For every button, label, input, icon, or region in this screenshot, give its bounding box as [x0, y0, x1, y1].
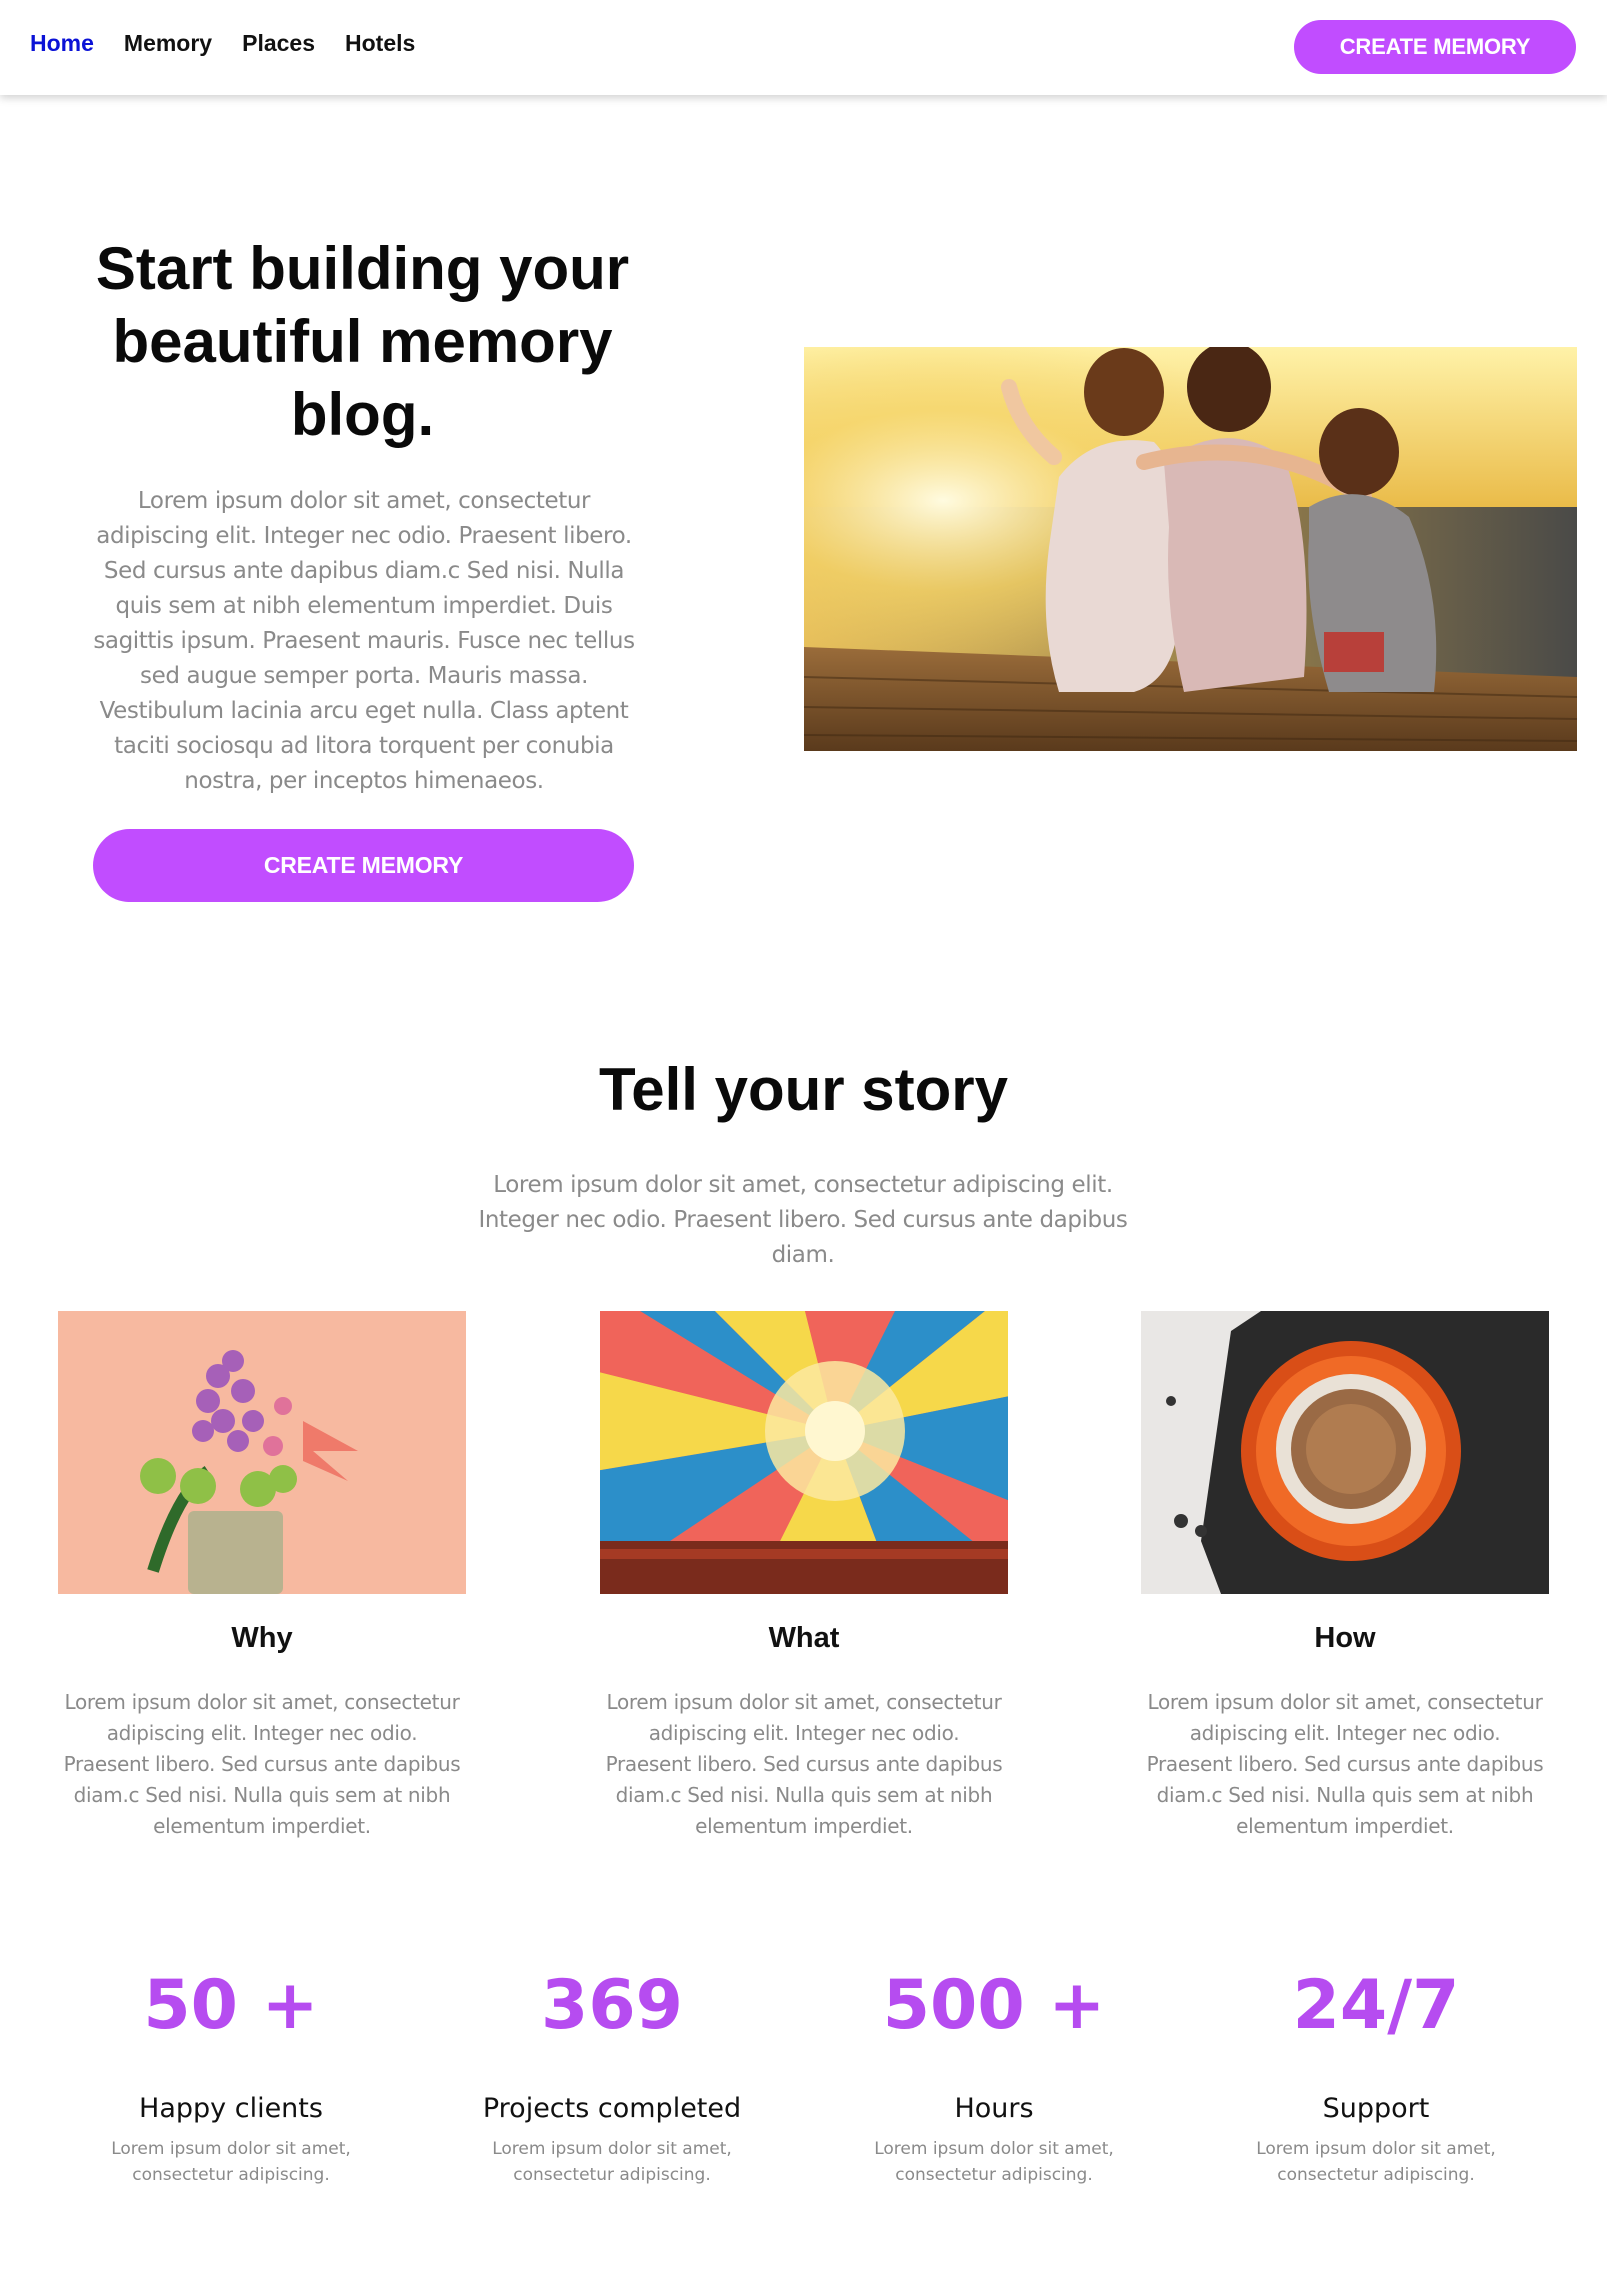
nav-link-places[interactable]: Places	[242, 30, 315, 57]
card-how: How Lorem ipsum dolor sit amet, consecte…	[1141, 1311, 1549, 1842]
nav-link-hotels[interactable]: Hotels	[345, 30, 415, 57]
story-description: Lorem ipsum dolor sit amet, consectetur …	[478, 1172, 1128, 1268]
card-image-flowers	[58, 1311, 466, 1594]
stat-label: Support	[1322, 2093, 1430, 2124]
hero-image	[804, 347, 1577, 751]
card-title-how: How	[1314, 1622, 1376, 1654]
stat-description: Lorem ipsum dolor sit amet, consectetur …	[874, 2139, 1114, 2185]
stat-value: 50 +	[143, 1966, 319, 2045]
stat-value: 369	[541, 1966, 683, 2045]
card-why: Why Lorem ipsum dolor sit amet, consecte…	[58, 1311, 466, 1842]
card-text-why: Lorem ipsum dolor sit amet, consectetur …	[63, 1690, 461, 1838]
stat-description: Lorem ipsum dolor sit amet, consectetur …	[111, 2139, 351, 2185]
card-image-balloon	[600, 1311, 1008, 1594]
stat-value: 24/7	[1292, 1966, 1460, 2045]
card-title-why: Why	[231, 1622, 293, 1654]
stat-happy-clients: 50 + Happy clients Lorem ipsum dolor sit…	[56, 1965, 406, 2188]
stat-hours: 500 + Hours Lorem ipsum dolor sit amet, …	[819, 1965, 1169, 2188]
stat-description: Lorem ipsum dolor sit amet, consectetur …	[492, 2139, 732, 2185]
stat-label: Happy clients	[139, 2093, 323, 2124]
story-title: Tell your story	[599, 1056, 1008, 1123]
stat-label: Hours	[954, 2093, 1034, 2124]
card-text-how: Lorem ipsum dolor sit amet, consectetur …	[1146, 1690, 1544, 1838]
stat-description: Lorem ipsum dolor sit amet, consectetur …	[1256, 2139, 1496, 2185]
hero-description: Lorem ipsum dolor sit amet, consectetur …	[93, 488, 635, 794]
card-title-what: What	[768, 1622, 840, 1654]
hero-title: Start building your beautiful memory blo…	[95, 235, 630, 448]
top-navbar: Home Memory Places Hotels CREATE MEMORY	[0, 0, 1607, 95]
nav-link-home[interactable]: Home	[30, 30, 94, 57]
hero-create-memory-button[interactable]: CREATE MEMORY	[93, 829, 634, 902]
stat-label: Projects completed	[482, 2093, 742, 2124]
nav-create-memory-button[interactable]: CREATE MEMORY	[1294, 20, 1576, 74]
stat-support: 24/7 Support Lorem ipsum dolor sit amet,…	[1201, 1965, 1551, 2188]
card-text-what: Lorem ipsum dolor sit amet, consectetur …	[605, 1690, 1003, 1838]
stat-projects-completed: 369 Projects completed Lorem ipsum dolor…	[437, 1965, 787, 2188]
card-image-coffee	[1141, 1311, 1549, 1594]
nav-links: Home Memory Places Hotels	[30, 30, 415, 57]
nav-link-memory[interactable]: Memory	[124, 30, 212, 57]
card-what: What Lorem ipsum dolor sit amet, consect…	[600, 1311, 1008, 1842]
stat-value: 500 +	[882, 1966, 1106, 2045]
